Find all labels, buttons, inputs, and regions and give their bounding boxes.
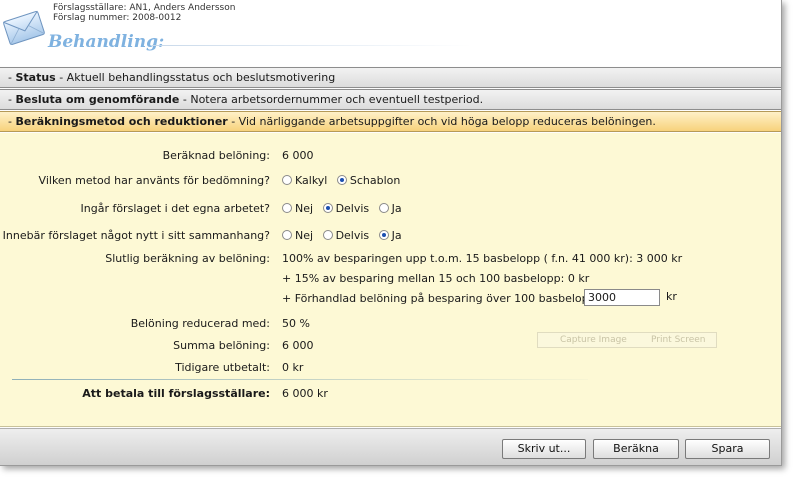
final-calc-label: Slutlig beräkning av belöning: (105, 252, 270, 265)
save-button[interactable]: Spara (685, 439, 770, 459)
section-decision-bar[interactable]: - Besluta om genomförande - Notera arbet… (0, 89, 781, 110)
paid-value: 0 kr (282, 361, 304, 374)
method-radio-group: Kalkyl Schablon (282, 174, 406, 187)
own-work-label: Ingår förslaget i det egna arbetet? (80, 202, 271, 215)
section-calculation-desc: - Vid närliggande arbetsuppgifter och vi… (227, 115, 656, 128)
section-status-title: Status (15, 71, 56, 84)
section-calculation-title: Beräkningsmetod och reduktioner (15, 115, 228, 128)
sum-label: Summa belöning: (173, 339, 270, 352)
method-option-kalkyl[interactable]: Kalkyl (282, 174, 327, 187)
radio-kalkyl[interactable] (282, 175, 292, 185)
capture-image-button[interactable]: Capture Image (560, 333, 627, 347)
calc-reward-value: 6 000 (282, 149, 314, 162)
calculation-panel: Beräknad belöning: 6 000 Vilken metod ha… (0, 133, 781, 427)
calc-reward-label: Beräknad belöning: (162, 149, 270, 162)
sum-value: 6 000 (282, 339, 314, 352)
page-title: Behandling: (48, 32, 165, 52)
section-calculation-bar[interactable]: - Beräkningsmetod och reduktioner - Vid … (0, 111, 781, 132)
new-option-nej[interactable]: Nej (282, 229, 313, 242)
own-work-radio-group: Nej Delvis Ja (282, 202, 408, 215)
radio-own-ja[interactable] (378, 203, 389, 213)
final-calc-line-2: + 15% av besparing mellan 15 och 100 bas… (282, 272, 590, 285)
radio-own-nej[interactable] (282, 203, 292, 213)
radio-new-ja[interactable] (378, 230, 389, 240)
section-status-bar[interactable]: - Status - Aktuell behandlingsstatus och… (0, 67, 781, 88)
new-option-ja[interactable]: Ja (378, 229, 402, 242)
negotiated-reward-input[interactable]: 3000 (584, 289, 660, 306)
radio-own-delvis[interactable] (322, 203, 333, 213)
radio-new-delvis[interactable] (322, 230, 333, 240)
own-work-option-nej[interactable]: Nej (282, 202, 313, 215)
print-screen-button[interactable]: Print Screen (651, 333, 706, 347)
method-option-schablon[interactable]: Schablon (336, 174, 400, 187)
to-pay-value: 6 000 kr (282, 387, 328, 400)
radio-schablon[interactable] (336, 175, 347, 185)
proposal-number: Förslag nummer: 2008-0012 (53, 13, 182, 23)
calculate-button[interactable]: Beräkna (593, 439, 679, 459)
new-radio-group: Nej Delvis Ja (282, 229, 408, 242)
method-label: Vilken metod har använts för bedömning? (38, 174, 270, 187)
print-button[interactable]: Skriv ut... (502, 439, 586, 459)
section-decision-title: Besluta om genomförande (15, 93, 180, 106)
app-window: Förslagsställare: AN1, Anders Andersson … (0, 0, 782, 466)
section-decision-desc: - Notera arbetsordernummer och eventuell… (179, 93, 484, 106)
divider (12, 379, 588, 380)
own-work-option-ja[interactable]: Ja (378, 202, 402, 215)
radio-new-nej[interactable] (282, 230, 292, 240)
to-pay-label: Att betala till förslagsställare: (82, 387, 270, 400)
negotiated-reward-unit: kr (666, 290, 677, 303)
submitter-info: Förslagsställare: AN1, Anders Andersson (53, 3, 236, 13)
final-calc-line-3: + Förhandlad belöning på besparing över … (282, 292, 600, 305)
capture-toolbar: Capture Image Print Screen (537, 332, 717, 348)
reduced-value: 50 % (282, 317, 310, 330)
title-underline (152, 45, 472, 46)
new-option-delvis[interactable]: Delvis (322, 229, 369, 242)
paid-label: Tidigare utbetalt: (175, 361, 270, 374)
envelope-icon (2, 10, 46, 46)
reduced-label: Belöning reducerad med: (130, 317, 270, 330)
own-work-option-delvis[interactable]: Delvis (322, 202, 369, 215)
header: Förslagsställare: AN1, Anders Andersson … (0, 0, 781, 66)
final-calc-line-1: 100% av besparingen upp t.o.m. 15 basbel… (282, 252, 683, 265)
new-label: Innebär förslaget något nytt i sitt samm… (2, 229, 270, 242)
section-status-desc: - Aktuell behandlingsstatus och beslutsm… (55, 71, 336, 84)
footer-toolbar: Skriv ut... Beräkna Spara (0, 428, 781, 465)
